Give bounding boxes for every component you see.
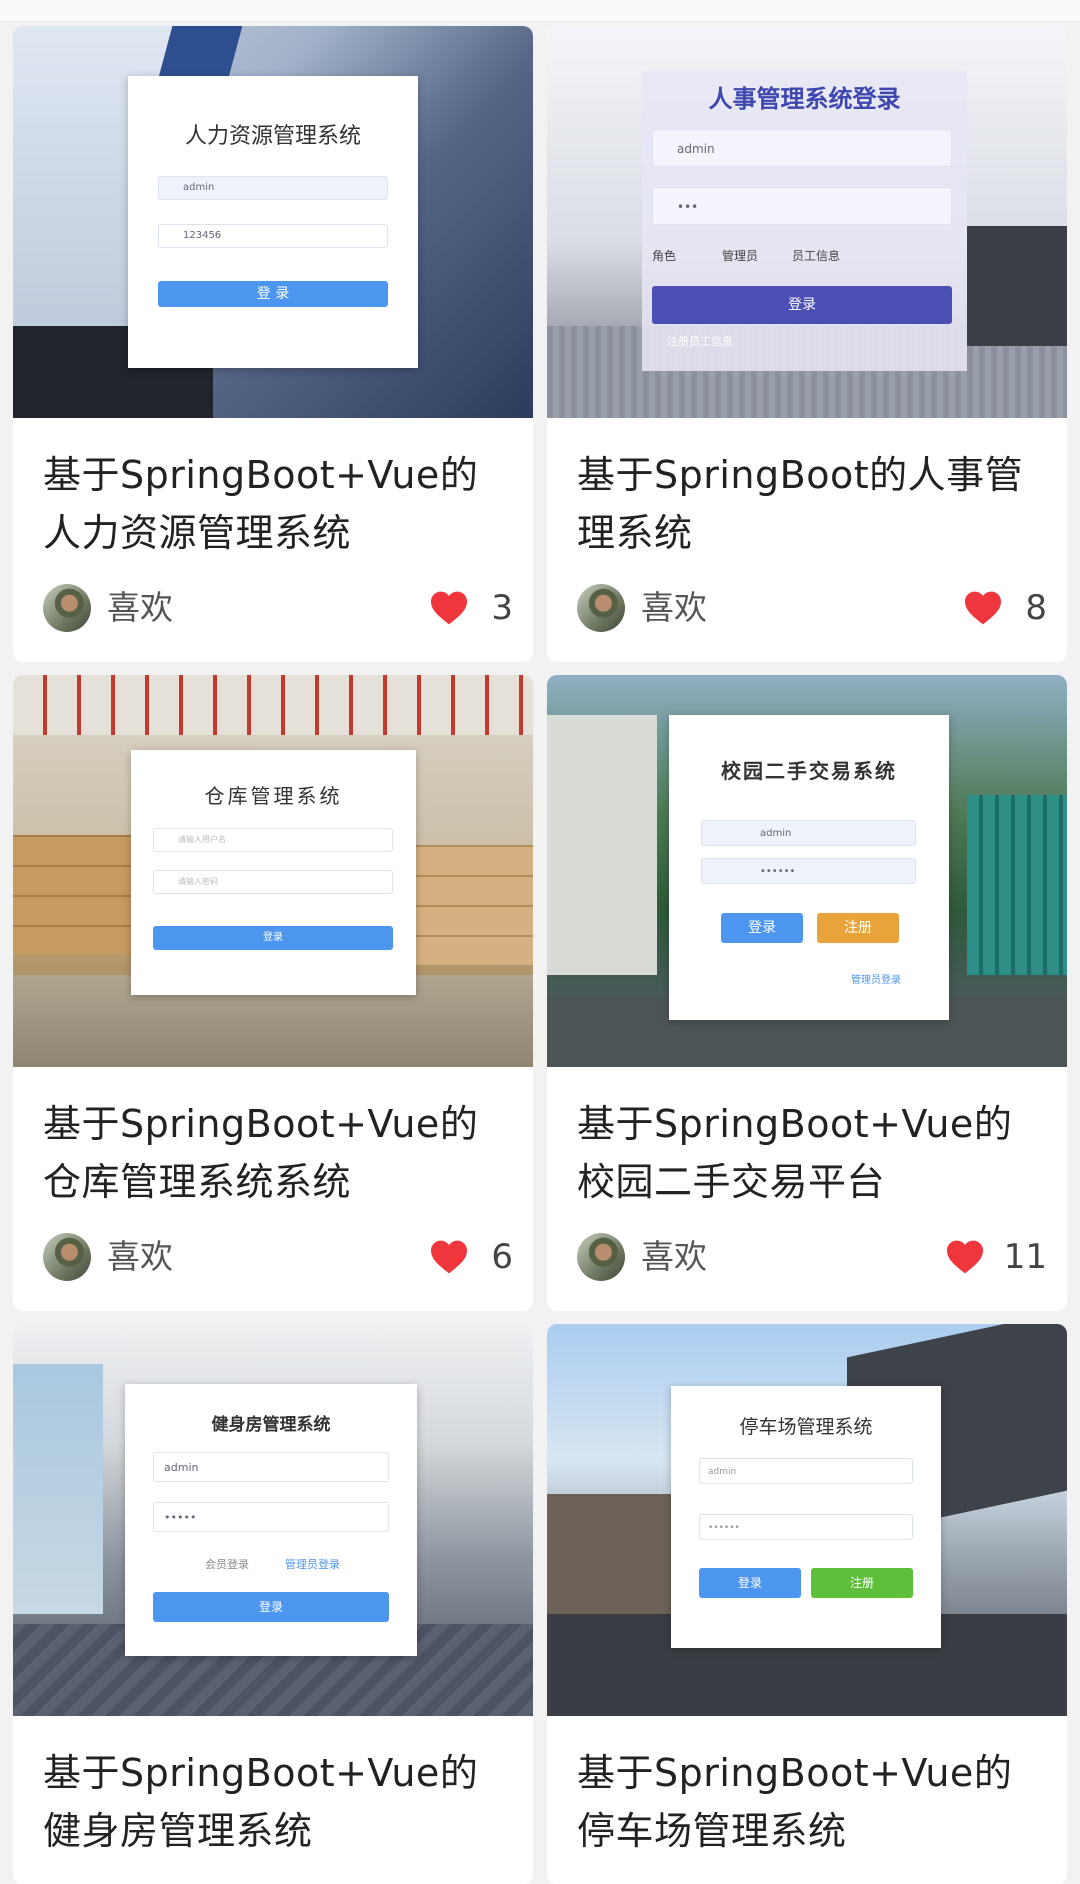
project-card[interactable]: 停车场管理系统 admin •••••• 登录 注册 基于SpringBoot+…	[547, 1324, 1067, 1884]
member-login-option[interactable]: 会员登录	[205, 1556, 249, 1572]
card-title[interactable]: 基于SpringBoot+Vue的 停车场管理系统	[577, 1744, 1047, 1860]
avatar[interactable]	[577, 1233, 625, 1281]
login-title: 校园二手交易系统	[721, 759, 897, 783]
login-panel: 停车场管理系统 admin •••••• 登录 注册	[671, 1386, 941, 1648]
project-thumbnail[interactable]: 人力资源管理系统 admin 123456 登 录	[13, 26, 533, 418]
login-panel: 人事管理系统登录 admin ••• 角色 管理员 员工信息 登录 注册员工信息	[642, 71, 967, 371]
login-title: 健身房管理系统	[211, 1415, 331, 1435]
like-label: 喜欢	[641, 588, 707, 627]
login-button[interactable]: 登录	[652, 286, 952, 324]
like-count: 3	[491, 588, 513, 628]
register-button[interactable]: 注册	[817, 913, 899, 943]
login-button[interactable]: 登录	[153, 1592, 389, 1622]
admin-login-link[interactable]: 管理员登录	[851, 971, 901, 986]
avatar[interactable]	[43, 584, 91, 632]
like-count: 11	[1003, 1237, 1047, 1277]
like-label: 喜欢	[107, 588, 173, 627]
login-title: 仓库管理系统	[204, 784, 343, 808]
heart-icon[interactable]	[429, 1239, 469, 1275]
username-field[interactable]: admin	[701, 820, 916, 846]
card-meta: 喜欢 11	[577, 1231, 1047, 1281]
role-label: 角色	[652, 249, 677, 263]
card-title[interactable]: 基于SpringBoot+Vue的 健身房管理系统	[43, 1744, 513, 1860]
login-title: 人力资源管理系统	[184, 124, 361, 149]
avatar[interactable]	[577, 584, 625, 632]
card-title[interactable]: 基于SpringBoot的人事管 理系统	[577, 446, 1047, 562]
login-title: 人事管理系统登录	[708, 85, 901, 113]
project-thumbnail[interactable]: 健身房管理系统 admin ••••• 会员登录 管理员登录 登录	[13, 1324, 533, 1716]
password-field[interactable]: 123456	[158, 224, 388, 248]
card-title[interactable]: 基于SpringBoot+Vue的 人力资源管理系统	[43, 446, 513, 562]
login-button[interactable]: 登 录	[158, 281, 388, 307]
password-field[interactable]: ••••••	[699, 1514, 913, 1540]
password-field[interactable]: •••	[652, 187, 952, 225]
project-thumbnail[interactable]: 仓库管理系统 请输入用户名 请输入密码 登录	[13, 675, 533, 1067]
project-card[interactable]: 人力资源管理系统 admin 123456 登 录 基于SpringBoot+V…	[13, 26, 533, 662]
heart-icon[interactable]	[963, 590, 1003, 626]
password-field[interactable]: 请输入密码	[153, 870, 393, 894]
password-field[interactable]: •••••	[153, 1502, 389, 1532]
project-card[interactable]: 校园二手交易系统 admin •••••• 登录 注册 管理员登录 基于Spri…	[547, 675, 1067, 1311]
login-title: 停车场管理系统	[739, 1416, 873, 1438]
card-meta: 喜欢 8	[577, 582, 1047, 632]
username-field[interactable]: admin	[699, 1458, 913, 1484]
project-thumbnail[interactable]: 校园二手交易系统 admin •••••• 登录 注册 管理员登录	[547, 675, 1067, 1067]
like-label: 喜欢	[641, 1237, 707, 1276]
heart-icon[interactable]	[429, 590, 469, 626]
username-field[interactable]: admin	[158, 176, 388, 200]
card-meta: 喜欢 3	[43, 582, 513, 632]
avatar[interactable]	[43, 1233, 91, 1281]
username-field[interactable]: admin	[153, 1452, 389, 1482]
card-title[interactable]: 基于SpringBoot+Vue的 仓库管理系统系统	[43, 1095, 513, 1211]
login-panel: 仓库管理系统 请输入用户名 请输入密码 登录	[131, 750, 416, 995]
login-button[interactable]: 登录	[721, 913, 803, 943]
like-count: 6	[491, 1237, 513, 1277]
login-panel: 校园二手交易系统 admin •••••• 登录 注册 管理员登录	[669, 715, 949, 1020]
project-card[interactable]: 人事管理系统登录 admin ••• 角色 管理员 员工信息 登录 注册员工信息…	[547, 26, 1067, 662]
project-card[interactable]: 仓库管理系统 请输入用户名 请输入密码 登录 基于SpringBoot+Vue的…	[13, 675, 533, 1311]
password-field[interactable]: ••••••	[701, 858, 916, 884]
project-card[interactable]: 健身房管理系统 admin ••••• 会员登录 管理员登录 登录 基于Spri…	[13, 1324, 533, 1884]
heart-icon[interactable]	[945, 1239, 985, 1275]
register-link[interactable]: 注册员工信息	[667, 333, 733, 349]
card-title[interactable]: 基于SpringBoot+Vue的 校园二手交易平台	[577, 1095, 1047, 1211]
register-button[interactable]: 注册	[811, 1568, 913, 1598]
login-button[interactable]: 登录	[153, 926, 393, 950]
login-button[interactable]: 登录	[699, 1568, 801, 1598]
like-label: 喜欢	[107, 1237, 173, 1276]
role-option-staff[interactable]: 员工信息	[792, 247, 840, 264]
login-panel: 健身房管理系统 admin ••••• 会员登录 管理员登录 登录	[125, 1384, 417, 1656]
project-thumbnail[interactable]: 人事管理系统登录 admin ••• 角色 管理员 员工信息 登录 注册员工信息	[547, 26, 1067, 418]
like-count: 8	[1025, 588, 1047, 628]
admin-login-option[interactable]: 管理员登录	[285, 1556, 340, 1572]
username-field[interactable]: admin	[652, 129, 952, 167]
card-meta: 喜欢 6	[43, 1231, 513, 1281]
project-thumbnail[interactable]: 停车场管理系统 admin •••••• 登录 注册	[547, 1324, 1067, 1716]
username-field[interactable]: 请输入用户名	[153, 828, 393, 852]
role-option-admin[interactable]: 管理员	[722, 247, 758, 264]
top-strip	[0, 0, 1080, 22]
login-panel: 人力资源管理系统 admin 123456 登 录	[128, 76, 418, 368]
